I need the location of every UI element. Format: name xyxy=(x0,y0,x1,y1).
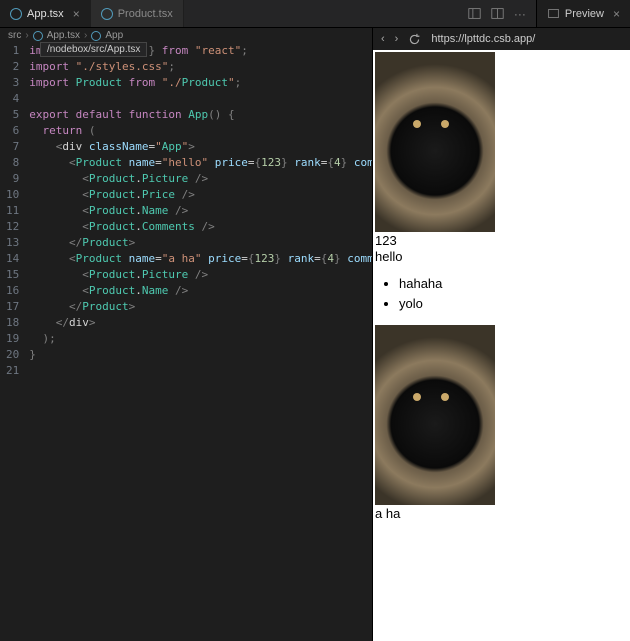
preview-icon xyxy=(547,7,560,20)
tab-product-tsx[interactable]: Product.tsx xyxy=(91,0,184,27)
react-file-icon xyxy=(101,8,113,20)
react-file-icon xyxy=(10,8,22,20)
comment-item: yolo xyxy=(399,294,628,314)
crumb[interactable]: src xyxy=(8,30,21,41)
product-comments: hahaha yolo xyxy=(399,274,628,313)
product-image xyxy=(375,52,495,232)
react-file-icon xyxy=(33,31,43,41)
reload-icon[interactable] xyxy=(408,33,421,46)
toggle-sidebar-icon[interactable] xyxy=(468,7,481,20)
crumb[interactable]: App xyxy=(105,30,123,41)
chevron-right-icon: › xyxy=(84,30,87,41)
tab-label: Product.tsx xyxy=(118,8,173,20)
line-number-gutter: 123456789101112131415161718192021 xyxy=(0,43,29,379)
editor-toolbar: ··· xyxy=(468,0,536,27)
tab-bar: App.tsx × Product.tsx ··· Preview × xyxy=(0,0,630,28)
code-editor[interactable]: 123456789101112131415161718192021 import… xyxy=(0,43,372,379)
close-icon[interactable]: × xyxy=(73,7,80,21)
symbol-icon xyxy=(91,31,101,41)
nav-back-icon[interactable]: ‹ xyxy=(381,33,385,45)
code-content[interactable]: import { useState } from "react"; import… xyxy=(29,43,372,379)
chevron-right-icon: › xyxy=(25,30,28,41)
path-tooltip: /nodebox/src/App.tsx xyxy=(40,42,147,57)
product-name: hello xyxy=(375,249,628,264)
breadcrumb[interactable]: src › App.tsx › App /nodebox/src/App.tsx xyxy=(0,28,372,43)
close-icon[interactable]: × xyxy=(613,7,620,21)
tab-label: App.tsx xyxy=(27,8,64,20)
product-name: a ha xyxy=(375,506,628,521)
tab-label: Preview xyxy=(565,8,604,20)
product-image xyxy=(375,325,495,505)
tab-preview[interactable]: Preview × xyxy=(536,0,630,27)
comment-item: hahaha xyxy=(399,274,628,294)
crumb[interactable]: App.tsx xyxy=(47,30,80,41)
preview-url[interactable]: https://lpttdc.csb.app/ xyxy=(431,33,535,45)
more-icon[interactable]: ··· xyxy=(514,7,526,21)
preview-frame[interactable]: 123 hello hahaha yolo a ha xyxy=(373,50,630,641)
preview-nav: ‹ › https://lpttdc.csb.app/ xyxy=(373,28,630,50)
nav-forward-icon[interactable]: › xyxy=(395,33,399,45)
tab-app-tsx[interactable]: App.tsx × xyxy=(0,0,91,27)
product-price: 123 xyxy=(375,233,628,248)
preview-pane: ‹ › https://lpttdc.csb.app/ 123 hello ha… xyxy=(373,28,630,641)
split-editor-icon[interactable] xyxy=(491,7,504,20)
editor-pane: src › App.tsx › App /nodebox/src/App.tsx… xyxy=(0,28,373,641)
